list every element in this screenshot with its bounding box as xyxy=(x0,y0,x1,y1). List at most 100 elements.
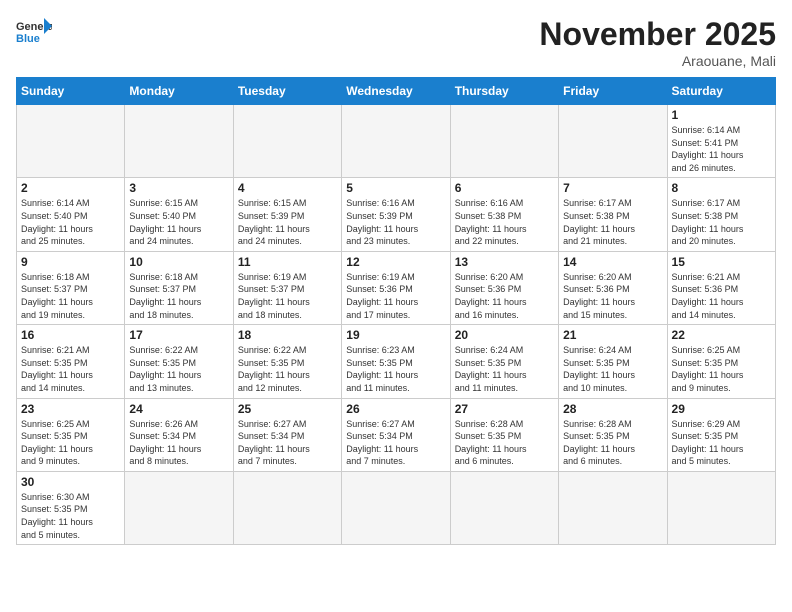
day-info: Sunrise: 6:14 AM Sunset: 5:41 PM Dayligh… xyxy=(672,124,771,174)
day-number: 4 xyxy=(238,181,337,195)
calendar-cell: 20Sunrise: 6:24 AM Sunset: 5:35 PM Dayli… xyxy=(450,325,558,398)
calendar-cell: 16 Sunrise: 6:21 AM Sunset: 5:35 PM Dayli… xyxy=(17,325,125,398)
month-title: November 2025 xyxy=(539,16,776,53)
day-number: 27 xyxy=(455,402,554,416)
day-info: Sunrise: 6:19 AM Sunset: 5:36 PM Dayligh… xyxy=(346,271,445,321)
calendar-week-1: 1 Sunrise: 6:14 AM Sunset: 5:41 PM Daylig… xyxy=(17,105,776,178)
day-info: Sunrise: 6:22 AM Sunset: 5:35 PM Dayligh… xyxy=(129,344,228,394)
weekday-header-sunday: Sunday xyxy=(17,78,125,105)
day-number: 26 xyxy=(346,402,445,416)
calendar-cell xyxy=(450,471,558,544)
day-info: Sunrise: 6:15 AM Sunset: 5:40 PM Dayligh… xyxy=(129,197,228,247)
weekday-header-thursday: Thursday xyxy=(450,78,558,105)
day-info: Sunrise: 6:24 AM Sunset: 5:35 PM Dayligh… xyxy=(455,344,554,394)
day-info: Sunrise: 6:19 AM Sunset: 5:37 PM Dayligh… xyxy=(238,271,337,321)
calendar-cell xyxy=(233,471,341,544)
day-info: Sunrise: 6:18 AM Sunset: 5:37 PM Dayligh… xyxy=(21,271,120,321)
weekday-header-tuesday: Tuesday xyxy=(233,78,341,105)
day-number: 9 xyxy=(21,255,120,269)
calendar-cell xyxy=(559,105,667,178)
calendar-cell: 27 Sunrise: 6:28 AM Sunset: 5:35 PM Dayli… xyxy=(450,398,558,471)
calendar-cell: 28 Sunrise: 6:28 AM Sunset: 5:35 PM Dayli… xyxy=(559,398,667,471)
calendar-cell: 23 Sunrise: 6:25 AM Sunset: 5:35 PM Dayli… xyxy=(17,398,125,471)
calendar-cell: 25Sunrise: 6:27 AM Sunset: 5:34 PM Dayli… xyxy=(233,398,341,471)
day-info: Sunrise: 6:18 AM Sunset: 5:37 PM Dayligh… xyxy=(129,271,228,321)
day-info: Sunrise: 6:16 AM Sunset: 5:38 PM Dayligh… xyxy=(455,197,554,247)
calendar-cell: 12Sunrise: 6:19 AM Sunset: 5:36 PM Dayli… xyxy=(342,251,450,324)
day-number: 3 xyxy=(129,181,228,195)
weekday-header-saturday: Saturday xyxy=(667,78,775,105)
day-number: 28 xyxy=(563,402,662,416)
day-number: 11 xyxy=(238,255,337,269)
calendar-cell xyxy=(450,105,558,178)
calendar-cell: 30 Sunrise: 6:30 AM Sunset: 5:35 PM Dayli… xyxy=(17,471,125,544)
day-number: 13 xyxy=(455,255,554,269)
day-info: Sunrise: 6:16 AM Sunset: 5:39 PM Dayligh… xyxy=(346,197,445,247)
calendar-cell xyxy=(667,471,775,544)
calendar-week-4: 16 Sunrise: 6:21 AM Sunset: 5:35 PM Dayli… xyxy=(17,325,776,398)
calendar-cell: 6Sunrise: 6:16 AM Sunset: 5:38 PM Daylig… xyxy=(450,178,558,251)
day-info: Sunrise: 6:23 AM Sunset: 5:35 PM Dayligh… xyxy=(346,344,445,394)
day-number: 21 xyxy=(563,328,662,342)
day-number: 15 xyxy=(672,255,771,269)
day-number: 23 xyxy=(21,402,120,416)
day-info: Sunrise: 6:28 AM Sunset: 5:35 PM Dayligh… xyxy=(455,418,554,468)
day-info: Sunrise: 6:14 AM Sunset: 5:40 PM Dayligh… xyxy=(21,197,120,247)
calendar-cell: 14Sunrise: 6:20 AM Sunset: 5:36 PM Dayli… xyxy=(559,251,667,324)
calendar-cell xyxy=(342,105,450,178)
calendar-cell: 29 Sunrise: 6:29 AM Sunset: 5:35 PM Dayli… xyxy=(667,398,775,471)
weekday-header-monday: Monday xyxy=(125,78,233,105)
calendar-cell: 2 Sunrise: 6:14 AM Sunset: 5:40 PM Daylig… xyxy=(17,178,125,251)
weekday-header-friday: Friday xyxy=(559,78,667,105)
calendar-week-2: 2 Sunrise: 6:14 AM Sunset: 5:40 PM Daylig… xyxy=(17,178,776,251)
calendar-week-6: 30 Sunrise: 6:30 AM Sunset: 5:35 PM Dayli… xyxy=(17,471,776,544)
day-info: Sunrise: 6:30 AM Sunset: 5:35 PM Dayligh… xyxy=(21,491,120,541)
day-info: Sunrise: 6:26 AM Sunset: 5:34 PM Dayligh… xyxy=(129,418,228,468)
day-number: 10 xyxy=(129,255,228,269)
day-info: Sunrise: 6:21 AM Sunset: 5:36 PM Dayligh… xyxy=(672,271,771,321)
day-number: 14 xyxy=(563,255,662,269)
calendar-cell xyxy=(233,105,341,178)
day-number: 19 xyxy=(346,328,445,342)
calendar-cell: 8 Sunrise: 6:17 AM Sunset: 5:38 PM Daylig… xyxy=(667,178,775,251)
day-number: 8 xyxy=(672,181,771,195)
calendar-cell: 26Sunrise: 6:27 AM Sunset: 5:34 PM Dayli… xyxy=(342,398,450,471)
day-number: 16 xyxy=(21,328,120,342)
title-block: November 2025 Araouane, Mali xyxy=(539,16,776,69)
calendar-cell: 19 Sunrise: 6:23 AM Sunset: 5:35 PM Dayli… xyxy=(342,325,450,398)
day-info: Sunrise: 6:22 AM Sunset: 5:35 PM Dayligh… xyxy=(238,344,337,394)
calendar-header-row: SundayMondayTuesdayWednesdayThursdayFrid… xyxy=(17,78,776,105)
day-number: 29 xyxy=(672,402,771,416)
day-info: Sunrise: 6:28 AM Sunset: 5:35 PM Dayligh… xyxy=(563,418,662,468)
calendar-week-5: 23 Sunrise: 6:25 AM Sunset: 5:35 PM Dayli… xyxy=(17,398,776,471)
calendar-cell: 22Sunrise: 6:25 AM Sunset: 5:35 PM Dayli… xyxy=(667,325,775,398)
day-number: 1 xyxy=(672,108,771,122)
calendar-cell: 24Sunrise: 6:26 AM Sunset: 5:34 PM Dayli… xyxy=(125,398,233,471)
calendar-cell: 21Sunrise: 6:24 AM Sunset: 5:35 PM Dayli… xyxy=(559,325,667,398)
calendar-cell: 4Sunrise: 6:15 AM Sunset: 5:39 PM Daylig… xyxy=(233,178,341,251)
calendar-cell: 5 Sunrise: 6:16 AM Sunset: 5:39 PM Daylig… xyxy=(342,178,450,251)
svg-text:Blue: Blue xyxy=(16,33,40,44)
day-info: Sunrise: 6:25 AM Sunset: 5:35 PM Dayligh… xyxy=(21,418,120,468)
calendar-cell: 11 Sunrise: 6:19 AM Sunset: 5:37 PM Dayli… xyxy=(233,251,341,324)
day-info: Sunrise: 6:29 AM Sunset: 5:35 PM Dayligh… xyxy=(672,418,771,468)
day-number: 5 xyxy=(346,181,445,195)
calendar-cell: 13 Sunrise: 6:20 AM Sunset: 5:36 PM Dayli… xyxy=(450,251,558,324)
day-number: 30 xyxy=(21,475,120,489)
calendar-cell: 17 Sunrise: 6:22 AM Sunset: 5:35 PM Dayli… xyxy=(125,325,233,398)
day-info: Sunrise: 6:17 AM Sunset: 5:38 PM Dayligh… xyxy=(563,197,662,247)
day-number: 2 xyxy=(21,181,120,195)
calendar-cell xyxy=(559,471,667,544)
day-info: Sunrise: 6:21 AM Sunset: 5:35 PM Dayligh… xyxy=(21,344,120,394)
day-number: 17 xyxy=(129,328,228,342)
calendar-cell: 7 Sunrise: 6:17 AM Sunset: 5:38 PM Daylig… xyxy=(559,178,667,251)
day-number: 18 xyxy=(238,328,337,342)
weekday-header-wednesday: Wednesday xyxy=(342,78,450,105)
day-number: 7 xyxy=(563,181,662,195)
calendar-table: SundayMondayTuesdayWednesdayThursdayFrid… xyxy=(16,77,776,545)
day-info: Sunrise: 6:17 AM Sunset: 5:38 PM Dayligh… xyxy=(672,197,771,247)
calendar-cell: 1 Sunrise: 6:14 AM Sunset: 5:41 PM Daylig… xyxy=(667,105,775,178)
logo-icon: General Blue xyxy=(16,16,52,44)
calendar-cell: 15 Sunrise: 6:21 AM Sunset: 5:36 PM Dayli… xyxy=(667,251,775,324)
day-info: Sunrise: 6:20 AM Sunset: 5:36 PM Dayligh… xyxy=(455,271,554,321)
